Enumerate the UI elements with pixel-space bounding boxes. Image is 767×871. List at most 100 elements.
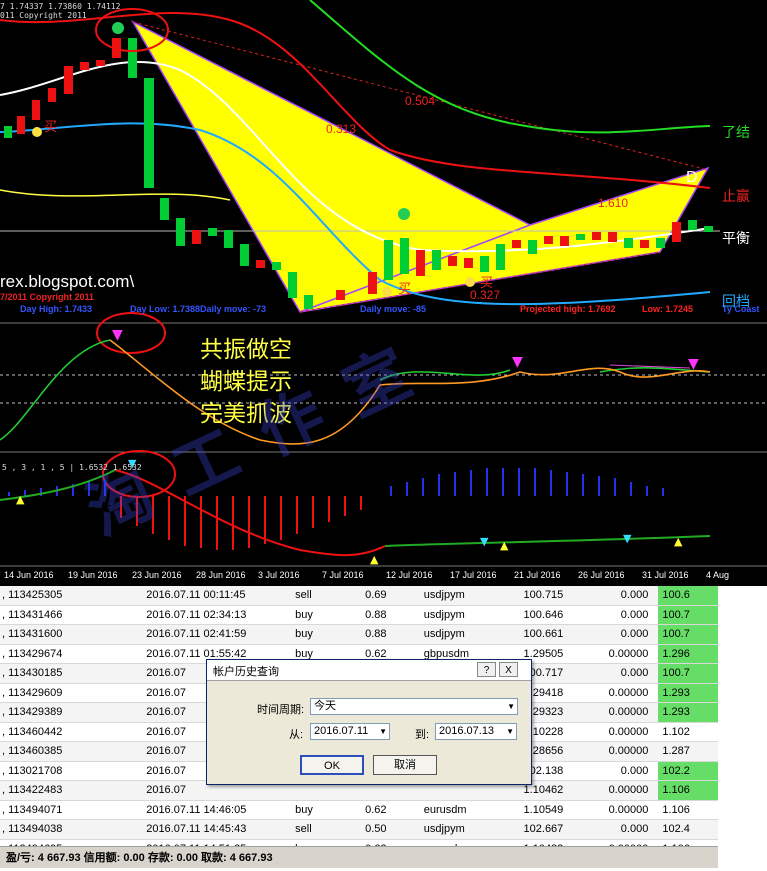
open-price-cell: 100.661 [493, 624, 578, 645]
symbol-cell: eurusdm [419, 800, 494, 820]
candle [240, 244, 249, 266]
close-price-cell: 102.4 [658, 819, 718, 840]
candle [704, 226, 713, 232]
histogram-bar [438, 474, 440, 496]
close-price-cell: 100.7 [658, 663, 718, 684]
symbol-cell: usdjpym [419, 605, 494, 625]
sl-cell: 0.00000 [577, 780, 659, 801]
skull-icon [398, 208, 410, 220]
ticket-cell: , 113431600 [0, 624, 143, 645]
table-row[interactable]: , 113431466 2016.07.11 02:34:13 buy 0.88 usd… [0, 605, 718, 625]
level-label-balance: 平衡 [722, 231, 750, 247]
sl-cell: 0.000 [577, 586, 659, 606]
ok-button[interactable]: OK [300, 755, 364, 775]
chevron-down-icon[interactable]: ▼ [379, 724, 387, 739]
sl-cell: 0.000 [577, 819, 659, 840]
candle [96, 60, 105, 66]
histogram-bar [264, 496, 266, 544]
histogram-bar [486, 468, 488, 496]
day-high: Day High: 1.7433 [20, 304, 93, 314]
candle [512, 240, 521, 248]
candle [256, 260, 265, 268]
candle [368, 272, 377, 294]
candle [208, 228, 217, 236]
ticket-cell: , 113429609 [0, 683, 143, 703]
daily-move: Daily move: -73 [200, 304, 267, 314]
sl-cell: 0.00000 [577, 722, 659, 742]
ticket-cell: , 113431466 [0, 605, 143, 625]
table-row[interactable]: , 113425305 2016.07.11 00:11:45 sell 0.69 us… [0, 586, 718, 606]
candle [288, 272, 297, 298]
point-d-label: D [686, 169, 698, 186]
date-tick-label: 14 Jun 2016 [4, 570, 54, 580]
to-date-select[interactable]: 2016.07.13 ▼ [435, 723, 517, 740]
candle [32, 100, 40, 120]
level-label-take-profit: 止赢 [722, 189, 750, 205]
low-value: Low: 1.7245 [642, 304, 694, 314]
ticket-cell: , 113422483 [0, 780, 143, 801]
histogram-bar [566, 472, 568, 496]
table-row[interactable]: , 113431600 2016.07.11 02:41:59 buy 0.88 usd… [0, 624, 718, 645]
symbol-cell: usdjpym [419, 586, 494, 606]
histogram-bar [360, 496, 362, 510]
chevron-down-icon[interactable]: ▼ [506, 724, 514, 739]
time-cell: 2016.07.11 02:34:13 [142, 605, 268, 625]
help-button[interactable]: ? [477, 662, 496, 677]
close-price-cell: 1.102 [658, 722, 718, 742]
histogram-bar [646, 486, 648, 496]
candle [80, 62, 89, 70]
symbol-cell: usdjpym [419, 624, 494, 645]
open-price-cell: 102.667 [493, 819, 578, 840]
candle [272, 262, 281, 270]
x-marker-icon [112, 22, 124, 34]
type-cell: sell [267, 586, 362, 606]
highlight-circle [96, 312, 166, 354]
type-cell: buy [267, 605, 362, 625]
candle [4, 126, 12, 138]
level-green-curve [309, 0, 711, 134]
close-price-cell: 1.293 [658, 702, 718, 723]
histogram-bar [406, 482, 408, 496]
candle [672, 222, 681, 242]
dialog-title: 帐户历史查询 [213, 666, 279, 678]
chevron-down-icon[interactable]: ▼ [507, 699, 515, 714]
histogram-bar [390, 486, 392, 496]
table-row[interactable]: , 113494071 2016.07.11 14:46:05 buy 0.62 eur… [0, 800, 718, 820]
table-row[interactable]: , 113494038 2016.07.11 14:45:43 sell 0.50 us… [0, 819, 718, 840]
account-history-dialog[interactable]: 帐户历史查询 ? X 时间周期: 今天 ▼ 从: 2016.07.11 ▼ 到:… [206, 659, 532, 785]
lots-cell: 0.88 [361, 605, 420, 625]
candle [192, 230, 201, 244]
watermark-url: rex.blogspot.com\ [0, 272, 135, 291]
candle [576, 234, 585, 240]
close-button[interactable]: X [499, 662, 518, 677]
candle [160, 198, 169, 220]
histogram-bar [248, 496, 250, 548]
down-arrow-icon: ▼ [688, 356, 699, 372]
sl-cell: 0.000 [577, 663, 659, 684]
down-arrow-icon: ▼ [480, 535, 489, 548]
copyright-text: 011 Copyright 2011 [0, 11, 87, 20]
price-chart[interactable]: ▼ ▼ ▼ ▲ ▲ ▲ ▲ ▼ ▼ ▼ 7 1.74337 1.73860 1.… [0, 0, 767, 586]
histogram-bar [630, 482, 632, 496]
from-date-select[interactable]: 2016.07.11 ▼ [310, 723, 390, 740]
day-low: Day Low: 1.7388 [130, 304, 201, 314]
date-tick-label: 31 Jul 2016 [642, 570, 689, 580]
blank-region [718, 586, 767, 871]
candle [496, 244, 505, 270]
ticket-cell: , 113425305 [0, 586, 143, 606]
up-arrow-icon: ▲ [370, 553, 379, 566]
buy-marker: 买 [480, 276, 494, 291]
candle [416, 250, 425, 276]
to-label: 到: [415, 729, 430, 741]
histogram-bar [216, 496, 218, 550]
down-arrow-icon: ▼ [512, 354, 523, 370]
date-tick-label: 28 Jun 2016 [196, 570, 246, 580]
dialog-titlebar[interactable]: 帐户历史查询 ? X [207, 660, 531, 681]
open-price-cell: 100.715 [493, 586, 578, 606]
date-tick-label: 21 Jul 2016 [514, 570, 561, 580]
candle [128, 38, 137, 78]
cancel-button[interactable]: 取消 [373, 755, 437, 775]
period-select[interactable]: 今天 ▼ [310, 698, 518, 715]
ticket-cell: , 113429389 [0, 702, 143, 723]
period-label: 时间周期: [257, 704, 305, 716]
